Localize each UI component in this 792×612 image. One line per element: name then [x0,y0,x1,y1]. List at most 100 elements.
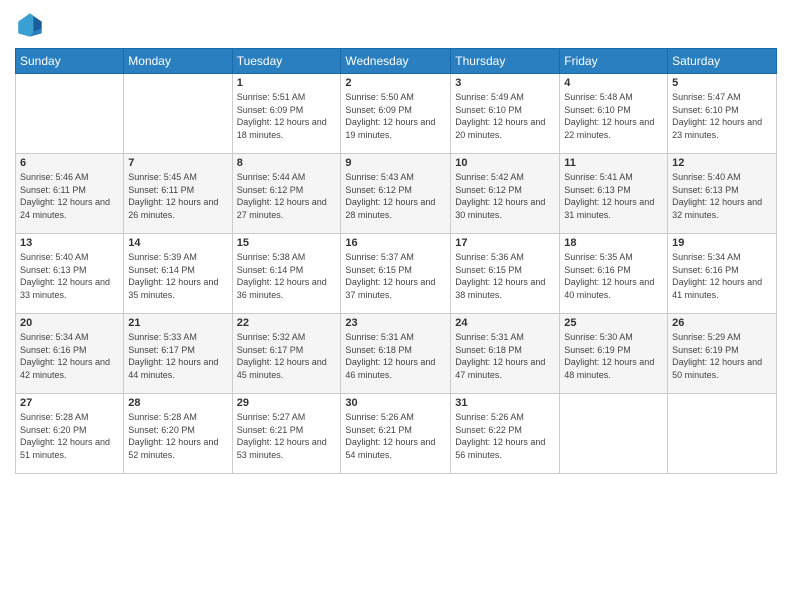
day-info: Sunrise: 5:29 AM Sunset: 6:19 PM Dayligh… [672,331,772,381]
calendar-cell: 4Sunrise: 5:48 AM Sunset: 6:10 PM Daylig… [560,74,668,154]
calendar-header-row: SundayMondayTuesdayWednesdayThursdayFrid… [16,49,777,74]
day-info: Sunrise: 5:40 AM Sunset: 6:13 PM Dayligh… [672,171,772,221]
day-info: Sunrise: 5:48 AM Sunset: 6:10 PM Dayligh… [564,91,663,141]
day-number: 20 [20,317,119,329]
logo [15,10,49,40]
calendar-cell: 1 Sunrise: 5:51 AM Sunset: 6:09 PM Daylig… [232,74,341,154]
day-info: Sunrise: 5:37 AM Sunset: 6:15 PM Dayligh… [345,251,446,301]
day-info: Sunrise: 5:40 AM Sunset: 6:13 PM Dayligh… [20,251,119,301]
day-info: Sunrise: 5:31 AM Sunset: 6:18 PM Dayligh… [455,331,555,381]
calendar-cell: 20 Sunrise: 5:34 AM Sunset: 6:16 PM Dayli… [16,314,124,394]
calendar-week-row: 1 Sunrise: 5:51 AM Sunset: 6:09 PM Daylig… [16,74,777,154]
weekday-header: Thursday [451,49,560,74]
calendar-cell: 17 Sunrise: 5:36 AM Sunset: 6:15 PM Dayli… [451,234,560,314]
day-number: 2 [345,77,446,89]
calendar-cell [560,394,668,474]
day-number: 14 [128,237,227,249]
day-number: 24 [455,317,555,329]
day-info: Sunrise: 5:49 AM Sunset: 6:10 PM Dayligh… [455,91,555,141]
weekday-header: Friday [560,49,668,74]
calendar-cell: 12Sunrise: 5:40 AM Sunset: 6:13 PM Dayli… [668,154,777,234]
calendar-cell [668,394,777,474]
day-number: 23 [345,317,446,329]
day-number: 27 [20,397,119,409]
calendar-cell: 25Sunrise: 5:30 AM Sunset: 6:19 PM Dayli… [560,314,668,394]
weekday-header: Wednesday [341,49,451,74]
calendar-cell: 10 Sunrise: 5:42 AM Sunset: 6:12 PM Dayli… [451,154,560,234]
calendar-cell: 19 Sunrise: 5:34 AM Sunset: 6:16 PM Dayli… [668,234,777,314]
calendar-week-row: 27 Sunrise: 5:28 AM Sunset: 6:20 PM Dayli… [16,394,777,474]
calendar-cell: 2 Sunrise: 5:50 AM Sunset: 6:09 PM Daylig… [341,74,451,154]
calendar-week-row: 6 Sunrise: 5:46 AM Sunset: 6:11 PM Daylig… [16,154,777,234]
day-number: 7 [128,157,227,169]
weekday-header: Saturday [668,49,777,74]
day-info: Sunrise: 5:42 AM Sunset: 6:12 PM Dayligh… [455,171,555,221]
day-info: Sunrise: 5:35 AM Sunset: 6:16 PM Dayligh… [564,251,663,301]
calendar-cell: 31 Sunrise: 5:26 AM Sunset: 6:22 PM Dayli… [451,394,560,474]
day-info: Sunrise: 5:34 AM Sunset: 6:16 PM Dayligh… [672,251,772,301]
logo-icon [15,10,45,40]
calendar-cell: 30Sunrise: 5:26 AM Sunset: 6:21 PM Dayli… [341,394,451,474]
day-info: Sunrise: 5:30 AM Sunset: 6:19 PM Dayligh… [564,331,663,381]
day-number: 29 [237,397,337,409]
day-info: Sunrise: 5:34 AM Sunset: 6:16 PM Dayligh… [20,331,119,381]
day-info: Sunrise: 5:36 AM Sunset: 6:15 PM Dayligh… [455,251,555,301]
day-info: Sunrise: 5:45 AM Sunset: 6:11 PM Dayligh… [128,171,227,221]
calendar: SundayMondayTuesdayWednesdayThursdayFrid… [15,48,777,474]
day-number: 21 [128,317,227,329]
day-number: 1 [237,77,337,89]
calendar-cell [124,74,232,154]
day-info: Sunrise: 5:50 AM Sunset: 6:09 PM Dayligh… [345,91,446,141]
day-number: 10 [455,157,555,169]
calendar-cell: 21 Sunrise: 5:33 AM Sunset: 6:17 PM Dayli… [124,314,232,394]
page: SundayMondayTuesdayWednesdayThursdayFrid… [0,0,792,612]
calendar-cell [16,74,124,154]
day-info: Sunrise: 5:27 AM Sunset: 6:21 PM Dayligh… [237,411,337,461]
calendar-cell: 3 Sunrise: 5:49 AM Sunset: 6:10 PM Daylig… [451,74,560,154]
calendar-cell: 15 Sunrise: 5:38 AM Sunset: 6:14 PM Dayli… [232,234,341,314]
calendar-cell: 16 Sunrise: 5:37 AM Sunset: 6:15 PM Dayli… [341,234,451,314]
day-info: Sunrise: 5:38 AM Sunset: 6:14 PM Dayligh… [237,251,337,301]
calendar-week-row: 20 Sunrise: 5:34 AM Sunset: 6:16 PM Dayli… [16,314,777,394]
day-number: 8 [237,157,337,169]
day-number: 18 [564,237,663,249]
calendar-cell: 28Sunrise: 5:28 AM Sunset: 6:20 PM Dayli… [124,394,232,474]
calendar-week-row: 13Sunrise: 5:40 AM Sunset: 6:13 PM Dayli… [16,234,777,314]
day-number: 5 [672,77,772,89]
calendar-cell: 23Sunrise: 5:31 AM Sunset: 6:18 PM Dayli… [341,314,451,394]
day-number: 22 [237,317,337,329]
day-info: Sunrise: 5:32 AM Sunset: 6:17 PM Dayligh… [237,331,337,381]
day-number: 19 [672,237,772,249]
day-number: 3 [455,77,555,89]
calendar-cell: 5 Sunrise: 5:47 AM Sunset: 6:10 PM Daylig… [668,74,777,154]
weekday-header: Monday [124,49,232,74]
day-number: 26 [672,317,772,329]
calendar-cell: 26 Sunrise: 5:29 AM Sunset: 6:19 PM Dayli… [668,314,777,394]
calendar-cell: 8Sunrise: 5:44 AM Sunset: 6:12 PM Daylig… [232,154,341,234]
calendar-cell: 13Sunrise: 5:40 AM Sunset: 6:13 PM Dayli… [16,234,124,314]
day-info: Sunrise: 5:26 AM Sunset: 6:22 PM Dayligh… [455,411,555,461]
weekday-header: Tuesday [232,49,341,74]
calendar-cell: 22 Sunrise: 5:32 AM Sunset: 6:17 PM Dayli… [232,314,341,394]
day-number: 9 [345,157,446,169]
calendar-cell: 14 Sunrise: 5:39 AM Sunset: 6:14 PM Dayli… [124,234,232,314]
day-info: Sunrise: 5:43 AM Sunset: 6:12 PM Dayligh… [345,171,446,221]
day-number: 6 [20,157,119,169]
day-number: 17 [455,237,555,249]
day-number: 31 [455,397,555,409]
day-info: Sunrise: 5:26 AM Sunset: 6:21 PM Dayligh… [345,411,446,461]
calendar-cell: 29 Sunrise: 5:27 AM Sunset: 6:21 PM Dayli… [232,394,341,474]
day-number: 15 [237,237,337,249]
header [15,10,777,40]
calendar-cell: 6 Sunrise: 5:46 AM Sunset: 6:11 PM Daylig… [16,154,124,234]
day-info: Sunrise: 5:33 AM Sunset: 6:17 PM Dayligh… [128,331,227,381]
day-info: Sunrise: 5:46 AM Sunset: 6:11 PM Dayligh… [20,171,119,221]
day-info: Sunrise: 5:51 AM Sunset: 6:09 PM Dayligh… [237,91,337,141]
weekday-header: Sunday [16,49,124,74]
calendar-cell: 11Sunrise: 5:41 AM Sunset: 6:13 PM Dayli… [560,154,668,234]
day-info: Sunrise: 5:28 AM Sunset: 6:20 PM Dayligh… [20,411,119,461]
calendar-cell: 27 Sunrise: 5:28 AM Sunset: 6:20 PM Dayli… [16,394,124,474]
day-number: 16 [345,237,446,249]
day-info: Sunrise: 5:47 AM Sunset: 6:10 PM Dayligh… [672,91,772,141]
day-info: Sunrise: 5:39 AM Sunset: 6:14 PM Dayligh… [128,251,227,301]
